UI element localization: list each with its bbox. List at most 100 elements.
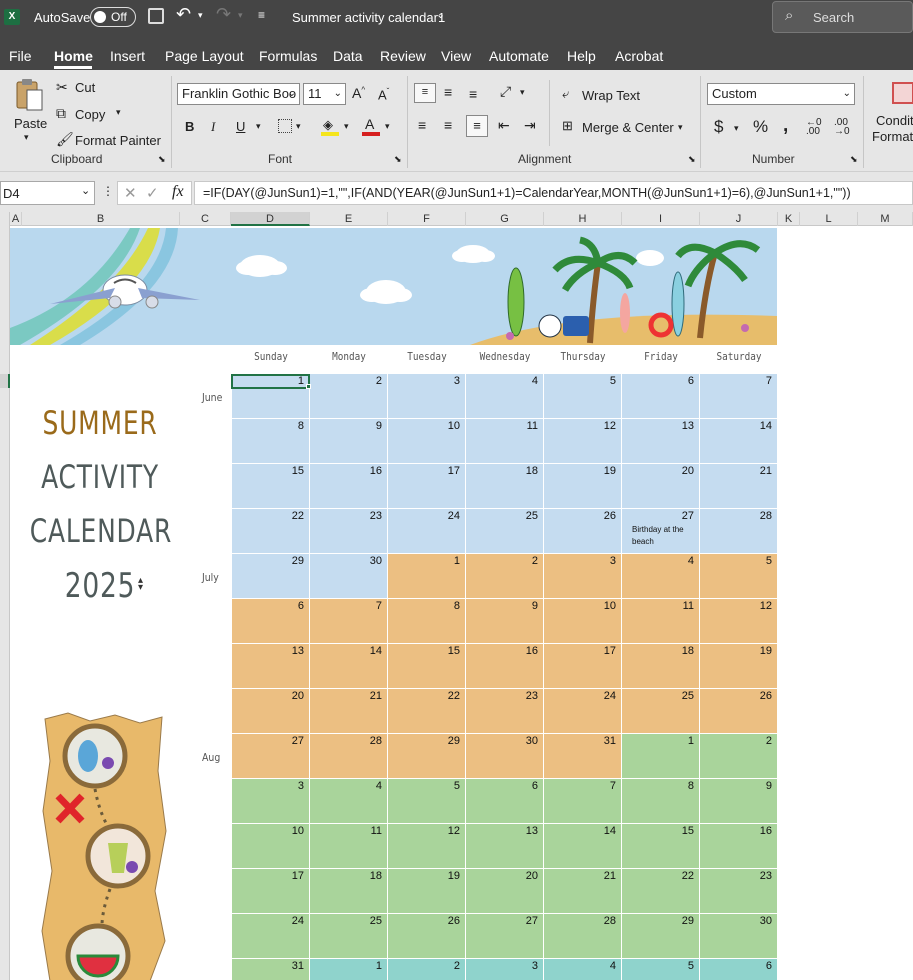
calendar-day-cell[interactable]: 2 [310,374,387,418]
tab-file[interactable]: File [9,36,32,70]
paste-dropdown-icon[interactable]: ▾ [24,132,29,143]
align-right-icon[interactable]: ≡ [466,115,488,137]
calendar-day-cell[interactable]: 4 [310,779,387,823]
excel-icon[interactable]: X [4,9,20,25]
calendar-day-cell[interactable]: 31 [232,959,309,980]
calendar-day-cell[interactable]: 9 [310,419,387,463]
calendar-day-cell[interactable]: 17 [232,869,309,913]
calendar-day-cell[interactable]: 26 [700,689,777,733]
column-header[interactable]: C [180,212,231,226]
orientation-icon[interactable]: ⤢ [500,83,511,100]
calendar-day-cell[interactable]: 17 [388,464,465,508]
underline-dropdown-icon[interactable]: ▾ [256,121,261,132]
align-left-icon[interactable]: ≡ [418,117,426,133]
calendar-day-cell[interactable]: 16 [700,824,777,868]
calendar-day-cell[interactable]: 4 [544,959,621,980]
calendar-day-cell[interactable]: 5 [388,779,465,823]
fill-color-dropdown-icon[interactable]: ▾ [344,121,349,132]
calendar-day-cell[interactable]: 18 [622,644,699,688]
column-header[interactable]: J [700,212,778,226]
top-align-icon[interactable]: ≡ [414,83,436,103]
calendar-day-cell[interactable]: 6 [622,374,699,418]
calendar-day-cell[interactable]: 29 [232,554,309,598]
calendar-day-cell[interactable]: 12 [544,419,621,463]
calendar-day-cell[interactable]: 16 [466,644,543,688]
italic-button[interactable]: I [211,119,215,135]
calendar-day-cell[interactable]: 3 [544,554,621,598]
calendar-day-cell[interactable]: 19 [700,644,777,688]
column-header[interactable]: I [622,212,700,226]
insert-function-icon[interactable]: fx [172,183,184,201]
calendar-day-cell[interactable]: 3 [388,374,465,418]
calendar-day-cell[interactable]: 1 [310,959,387,980]
currency-dropdown-icon[interactable]: ▾ [734,123,739,134]
copy-dropdown-icon[interactable]: ▾ [116,107,121,118]
calendar-day-cell[interactable]: 22 [622,869,699,913]
calendar-day-cell[interactable]: 22 [232,509,309,553]
calendar-day-cell[interactable]: 24 [232,914,309,958]
calendar-day-cell[interactable]: 29 [388,734,465,778]
column-header[interactable]: A [10,212,22,226]
calendar-day-cell[interactable]: 10 [232,824,309,868]
calendar-day-cell[interactable]: 20 [622,464,699,508]
calendar-day-cell[interactable]: 15 [388,644,465,688]
filename-chevron-icon[interactable]: ⌄ [436,8,445,21]
calendar-day-cell[interactable]: 28 [544,914,621,958]
calendar-day-cell[interactable]: 3 [232,779,309,823]
calendar-day-cell[interactable]: 13 [466,824,543,868]
worksheet[interactable]: SUMMER ACTIVITY CALENDAR 2025 ▴ ▾ Sunday … [10,226,913,980]
middle-align-icon[interactable]: ≡ [444,84,452,100]
conditional-formatting-button[interactable]: Condit [876,113,913,128]
undo-icon[interactable]: ↶ [176,4,191,25]
calendar-day-cell[interactable]: 19 [544,464,621,508]
calendar-day-cell[interactable]: 25 [466,509,543,553]
calendar-day-cell[interactable]: 23 [310,509,387,553]
calendar-day-cell[interactable]: 8 [622,779,699,823]
column-header[interactable]: G [466,212,544,226]
undo-dropdown-icon[interactable]: ▾ [198,10,203,21]
calendar-day-cell[interactable]: 2 [388,959,465,980]
calendar-day-cell[interactable]: 14 [310,644,387,688]
calendar-day-cell[interactable]: 28 [700,509,777,553]
calendar-day-cell[interactable]: 30 [310,554,387,598]
tab-data[interactable]: Data [333,36,363,70]
calendar-day-cell[interactable]: 26 [544,509,621,553]
calendar-day-cell[interactable]: 4 [466,374,543,418]
calendar-day-cell[interactable]: 14 [544,824,621,868]
cut-button[interactable]: Cut [75,80,95,95]
conditional-formatting-icon[interactable] [892,82,913,104]
increase-indent-icon[interactable]: ⇥ [524,117,536,134]
copy-icon[interactable]: ⧉ [56,105,66,122]
calendar-day-cell[interactable]: 1 [388,554,465,598]
tab-automate[interactable]: Automate [489,36,549,70]
merge-center-dropdown-icon[interactable]: ▾ [678,122,683,133]
calendar-day-cell[interactable]: 16 [310,464,387,508]
calendar-day-cell[interactable]: 31 [544,734,621,778]
calendar-day-cell[interactable]: 20 [466,869,543,913]
calendar-day-cell[interactable]: 11 [466,419,543,463]
borders-icon[interactable] [278,119,292,133]
tab-review[interactable]: Review [380,36,426,70]
calendar-day-cell[interactable]: 15 [622,824,699,868]
calendar-day-cell[interactable]: 23 [466,689,543,733]
increase-decimal-icon[interactable]: ←0.00 [806,118,822,137]
wrap-text-button[interactable]: Wrap Text [582,88,640,103]
calendar-day-cell[interactable]: 5 [700,554,777,598]
cut-icon[interactable]: ✂ [56,79,68,96]
calendar-day-cell[interactable]: 13 [232,644,309,688]
calendar-day-cell[interactable]: 10 [544,599,621,643]
calendar-day-cell[interactable]: 29 [622,914,699,958]
wrap-text-icon[interactable]: ⤶ [562,86,569,102]
calendar-day-cell[interactable]: 4 [622,554,699,598]
underline-button[interactable]: U [236,119,245,134]
font-color-icon[interactable]: A [362,116,380,136]
column-header[interactable]: K [778,212,800,226]
calendar-day-cell[interactable]: 26 [388,914,465,958]
calendar-day-cell[interactable]: 28 [310,734,387,778]
calendar-day-cell[interactable]: 8 [388,599,465,643]
name-box[interactable]: D4 ⌄ [0,181,95,205]
calendar-day-cell[interactable]: 19 [388,869,465,913]
calendar-day-cell[interactable]: 11 [622,599,699,643]
cancel-icon[interactable]: ✕ [124,184,137,202]
calendar-day-cell[interactable]: 24 [388,509,465,553]
